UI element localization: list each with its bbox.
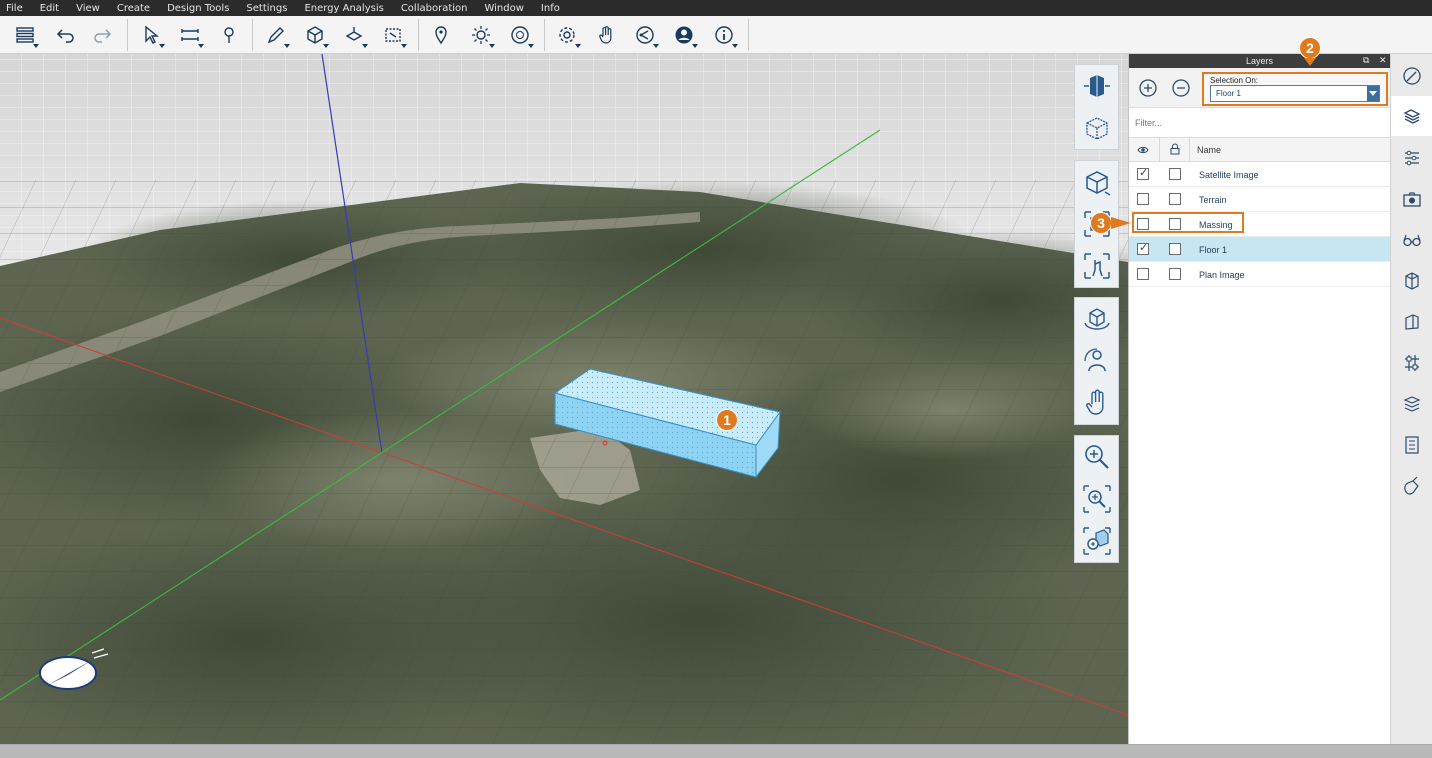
settings-gear-icon[interactable]	[552, 20, 582, 50]
callout-1: 1	[716, 409, 738, 431]
close-panel-icon[interactable]: ✕	[1379, 55, 1387, 66]
remove-layer-button[interactable]	[1171, 78, 1191, 98]
redo-icon[interactable]	[88, 20, 118, 50]
paint-icon[interactable]	[1391, 466, 1432, 506]
menu-file[interactable]: File	[6, 3, 23, 14]
callout-2-pointer	[1304, 58, 1316, 66]
chevron-down-icon[interactable]	[1367, 86, 1379, 101]
visibility-checkbox[interactable]	[1137, 193, 1149, 205]
layers-column-header: Name	[1129, 138, 1390, 162]
sun-icon[interactable]	[466, 20, 496, 50]
camera-icon[interactable]	[1391, 179, 1432, 219]
zoom-extents-icon[interactable]	[1075, 520, 1118, 562]
schedule-icon[interactable]	[1391, 425, 1432, 465]
walk-icon[interactable]	[1075, 245, 1118, 287]
layer-row-terrain[interactable]: Terrain	[1129, 187, 1390, 212]
menu-window[interactable]: Window	[484, 3, 523, 14]
box-create-icon[interactable]	[300, 20, 330, 50]
menu-view[interactable]: View	[76, 3, 100, 14]
layers-stack-icon[interactable]	[1391, 96, 1432, 136]
zoom-window-icon[interactable]	[1075, 478, 1118, 520]
sketch-pencil-icon[interactable]	[261, 20, 291, 50]
menu-info[interactable]: Info	[541, 3, 560, 14]
time-icon[interactable]	[505, 20, 535, 50]
layers-panel-header: Layers ⧉ ✕	[1129, 54, 1390, 68]
selection-layer-dropdown[interactable]: Floor 1	[1210, 85, 1380, 102]
main-toolbar	[0, 16, 1432, 54]
layers-panel: Layers ⧉ ✕ Selection On: Floor 1 Name	[1128, 54, 1390, 744]
callout-2: 2	[1299, 37, 1321, 59]
selection-layer-value: Floor 1	[1216, 89, 1241, 98]
view-cube-iso-icon[interactable]	[1075, 107, 1118, 149]
layers-toolbar: Selection On: Floor 1	[1129, 68, 1390, 108]
perspective-box-icon[interactable]	[1075, 161, 1118, 203]
layer-name: Satellite Image	[1199, 170, 1259, 180]
add-layer-button[interactable]	[1138, 78, 1158, 98]
callout-3: 3	[1090, 212, 1112, 234]
visibility-checkbox[interactable]	[1137, 268, 1149, 280]
structure-icon[interactable]	[1391, 343, 1432, 383]
select-icon[interactable]	[136, 20, 166, 50]
view-cube-group	[1074, 64, 1119, 150]
lock-icon[interactable]	[1169, 143, 1181, 155]
visibility-checkbox[interactable]: ✓	[1137, 167, 1149, 180]
layer-name: Plan Image	[1199, 270, 1245, 280]
float-panel-icon[interactable]: ⧉	[1363, 55, 1369, 66]
callout-3-pointer	[1111, 217, 1131, 229]
menu-design-tools[interactable]: Design Tools	[167, 3, 229, 14]
sketch-icon[interactable]	[1391, 56, 1432, 96]
undo-icon[interactable]	[50, 20, 80, 50]
menu-settings[interactable]: Settings	[246, 3, 287, 14]
orbit-icon[interactable]	[1075, 298, 1118, 340]
user-icon[interactable]	[669, 20, 699, 50]
menu-collaboration[interactable]: Collaboration	[401, 3, 468, 14]
layer-row-floor-1[interactable]: ✓ Floor 1	[1129, 237, 1390, 262]
lock-checkbox[interactable]	[1169, 268, 1181, 280]
massing-row-highlight	[1132, 212, 1244, 233]
look-icon[interactable]	[1075, 340, 1118, 382]
layer-row-satellite-image[interactable]: ✓ Satellite Image	[1129, 162, 1390, 187]
pin-icon[interactable]	[214, 20, 244, 50]
view-cube-front-icon[interactable]	[1075, 65, 1118, 107]
menu-energy-analysis[interactable]: Energy Analysis	[304, 3, 383, 14]
menu-bar: File Edit View Create Design Tools Setti…	[0, 0, 1432, 16]
share-icon[interactable]	[630, 20, 660, 50]
visibility-checkbox[interactable]: ✓	[1137, 242, 1149, 255]
info-icon[interactable]	[709, 20, 739, 50]
levels-icon[interactable]	[1391, 384, 1432, 424]
lock-checkbox[interactable]	[1169, 168, 1181, 180]
orbit-tools-group	[1074, 297, 1119, 425]
pan-hand-icon[interactable]	[1075, 382, 1118, 424]
status-bar	[0, 744, 1432, 758]
layer-row-plan-image[interactable]: Plan Image	[1129, 262, 1390, 287]
layers-panel-title: Layers	[1245, 56, 1273, 66]
location-icon[interactable]	[426, 20, 456, 50]
eye-icon[interactable]	[1137, 144, 1149, 156]
transform-icon[interactable]	[339, 20, 369, 50]
properties-icon[interactable]	[1391, 138, 1432, 178]
3d-viewport[interactable]: 1	[0, 54, 1128, 744]
grid-crop-icon[interactable]	[378, 20, 408, 50]
layer-name: Floor 1	[1199, 245, 1228, 255]
measure-icon[interactable]	[175, 20, 205, 50]
lock-checkbox[interactable]	[1169, 243, 1181, 255]
glasses-icon[interactable]	[1391, 220, 1432, 260]
name-column-header: Name	[1197, 145, 1222, 155]
selection-on-box: Selection On: Floor 1	[1202, 72, 1388, 106]
filter-row	[1129, 108, 1390, 138]
hand-gesture-icon[interactable]	[591, 20, 621, 50]
lock-checkbox[interactable]	[1169, 193, 1181, 205]
cube-open-icon[interactable]	[1391, 261, 1432, 301]
layer-name: Terrain	[1199, 195, 1227, 205]
layers-menu-icon[interactable]	[10, 20, 40, 50]
right-panel-strip	[1390, 54, 1432, 744]
app-window: File Edit View Create Design Tools Setti…	[0, 0, 1432, 758]
menu-create[interactable]: Create	[117, 3, 150, 14]
filter-input[interactable]	[1135, 115, 1375, 131]
selection-on-label: Selection On:	[1210, 76, 1259, 85]
zoom-tools-group	[1074, 435, 1119, 563]
zoom-in-icon[interactable]	[1075, 436, 1118, 478]
frame-icon[interactable]	[1391, 302, 1432, 342]
menu-edit[interactable]: Edit	[40, 3, 59, 14]
